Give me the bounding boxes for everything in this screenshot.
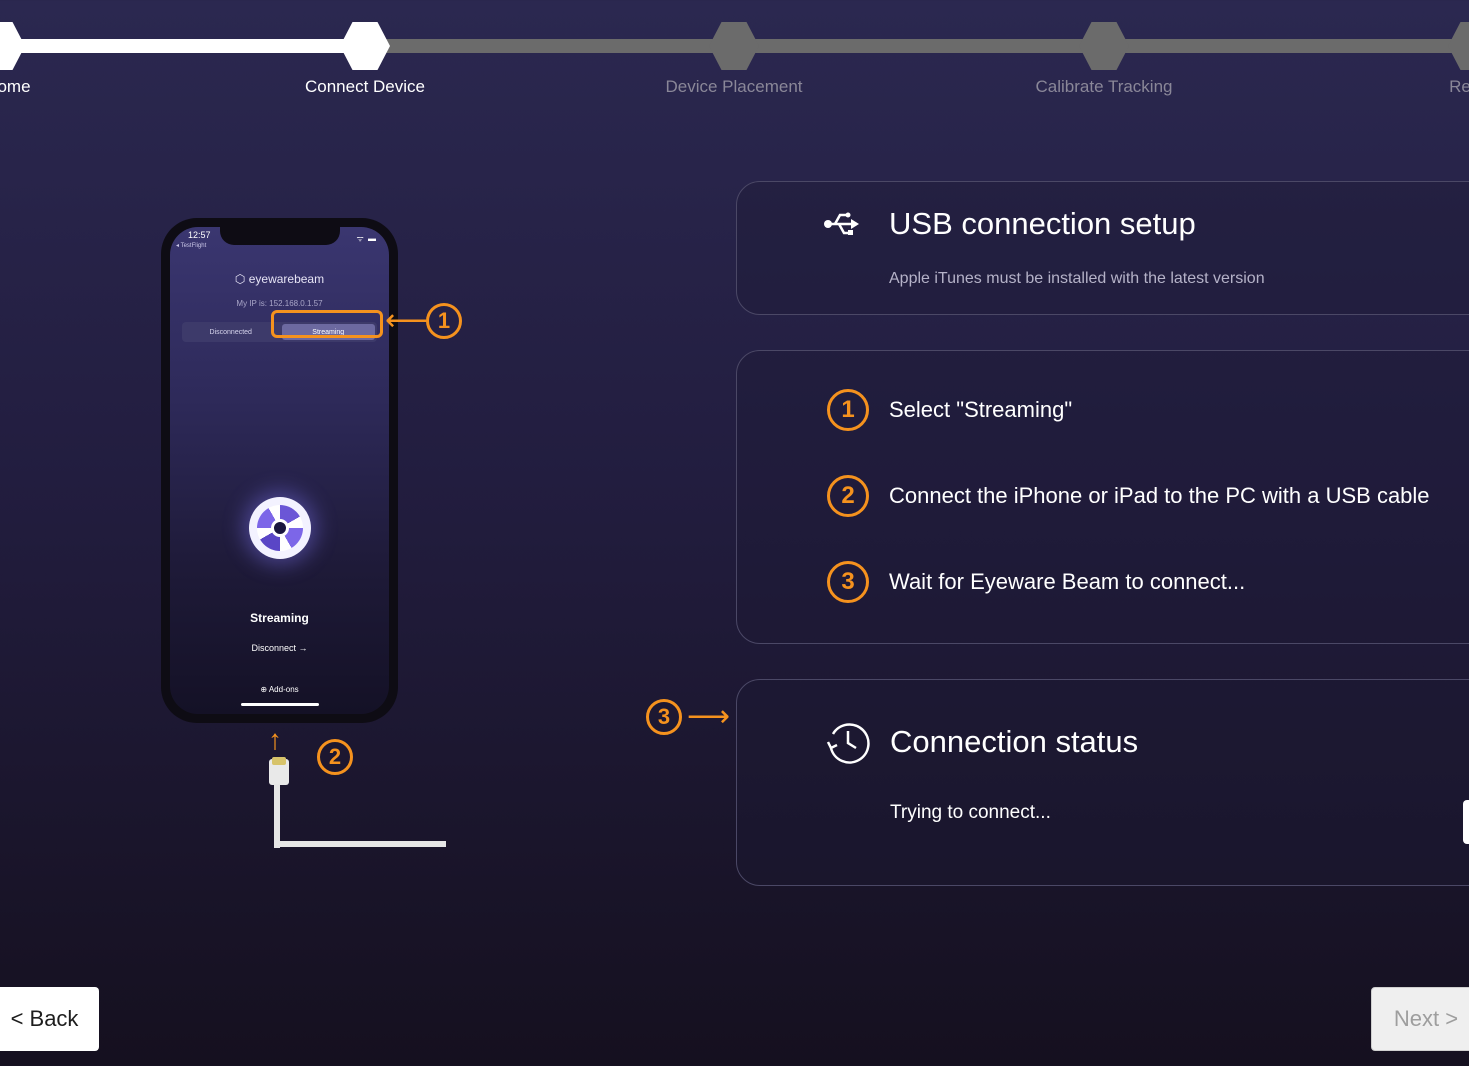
phone-brand-logo: ⬡ eyewarebeam <box>234 272 325 286</box>
phone-state-label: Streaming <box>250 611 309 625</box>
phone-screen: 12:57 ◂ TestFlight ᯤ ▬ ⬡ eyewarebeam My … <box>170 227 389 714</box>
eyeware-aperture-icon <box>248 497 311 559</box>
phone-segment-disconnected: Disconnected <box>209 328 252 336</box>
instruction-text: Select "Streaming" <box>889 397 1073 422</box>
instruction-step-2: 2 Connect the iPhone or iPad to the PC w… <box>827 475 1430 517</box>
annotation-number-3: 3 <box>646 699 682 735</box>
phone-home-indicator <box>240 703 319 706</box>
step-node-connect-device <box>340 22 390 70</box>
instruction-step-1: 1 Select "Streaming" <box>827 389 1072 431</box>
step-label-calibrate-tracking: Calibrate Tracking <box>1035 77 1173 96</box>
step-label-review: Re <box>1449 77 1469 96</box>
status-panel-title: Connection status <box>890 724 1139 759</box>
usb-panel-title: USB connection setup <box>889 206 1196 241</box>
annotation-arrow-left-icon: ⟵ <box>385 304 429 337</box>
usb-cable-vertical <box>274 784 280 848</box>
phone-ip-label: My IP is: 152.168.0.1.57 <box>236 299 323 308</box>
instruction-step-3: 3 Wait for Eyeware Beam to connect... <box>827 561 1245 603</box>
annotation-arrow-up-icon: ↑ <box>268 724 282 755</box>
annotation-number-1: 1 <box>426 303 462 339</box>
instruction-text: Wait for Eyeware Beam to connect... <box>889 569 1246 594</box>
annotation-number-2: 2 <box>317 739 353 775</box>
step-node-review <box>1448 22 1469 70</box>
step-number-badge: 2 <box>827 475 869 517</box>
stepper-track-remaining <box>365 39 1469 53</box>
instruction-text: Connect the iPhone or iPad to the PC wit… <box>889 483 1430 508</box>
step-node-calibrate-tracking <box>1079 22 1129 70</box>
usb-cable-horizontal <box>274 841 446 847</box>
phone-back-link: ◂ TestFlight <box>176 243 207 249</box>
step-node-welcome <box>0 22 25 70</box>
streaming-highlight-box <box>271 310 383 338</box>
step-label-welcome: ome <box>0 77 31 96</box>
step-node-device-placement <box>709 22 759 70</box>
phone-illustration: 12:57 ◂ TestFlight ᯤ ▬ ⬡ eyewarebeam My … <box>161 218 398 723</box>
phone-notch <box>219 227 340 245</box>
progress-stepper: ome Connect Device Device Placement Cali… <box>0 0 1469 110</box>
status-side-button[interactable] <box>1463 800 1469 844</box>
usb-panel-subtitle: Apple iTunes must be installed with the … <box>889 270 1265 287</box>
step-label-connect-device: Connect Device <box>304 77 426 96</box>
connection-status-panel: Connection status Trying to connect... <box>736 679 1469 886</box>
phone-time: 12:57 <box>188 230 211 240</box>
phone-disconnect-link: Disconnect → <box>251 643 308 653</box>
stepper-track-completed <box>0 39 365 53</box>
step-number-badge: 3 <box>827 561 869 603</box>
back-button[interactable]: < Back <box>0 987 99 1051</box>
phone-addons-link: ⊕ Add-ons <box>260 685 299 694</box>
instructions-panel: 1 Select "Streaming" 2 Connect the iPhon… <box>736 350 1469 644</box>
step-label-device-placement: Device Placement <box>665 77 803 96</box>
usb-icon <box>823 208 861 245</box>
annotation-arrow-right-icon: ⟶ <box>687 700 731 733</box>
next-button[interactable]: Next > <box>1371 987 1469 1051</box>
usb-setup-panel: USB connection setup Apple iTunes must b… <box>736 181 1469 315</box>
lightning-connector-icon <box>272 757 286 765</box>
step-number-badge: 1 <box>827 389 869 431</box>
clock-refresh-icon <box>825 720 871 771</box>
phone-status-icons: ᯤ ▬ <box>356 234 377 243</box>
connection-status-text: Trying to connect... <box>890 802 1051 823</box>
